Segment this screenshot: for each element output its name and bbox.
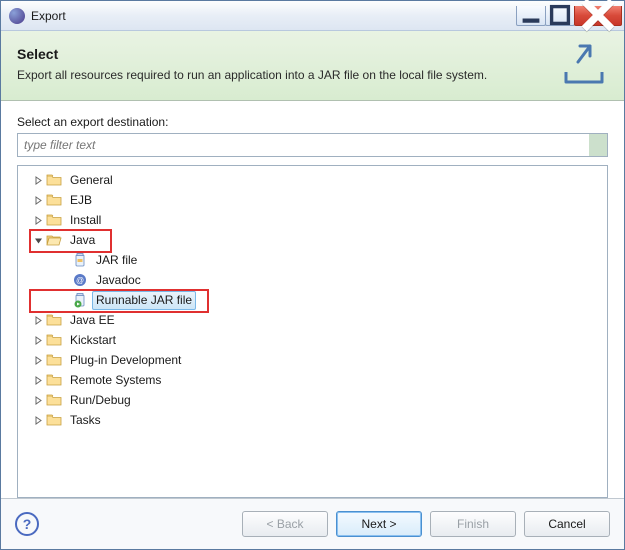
folder-icon (46, 392, 62, 408)
tree-folder[interactable]: General (22, 170, 603, 190)
chevron-right-icon[interactable] (32, 334, 44, 346)
banner-title: Select (17, 46, 550, 62)
close-button[interactable] (574, 6, 622, 26)
export-tree[interactable]: General EJB Install Java JAR file @ Javadoc Run… (17, 165, 608, 498)
tree-item-label: Kickstart (66, 332, 120, 349)
folder-icon (46, 372, 62, 388)
twisty-blank (58, 274, 70, 286)
cancel-button[interactable]: Cancel (524, 511, 610, 537)
chevron-right-icon[interactable] (32, 354, 44, 366)
chevron-right-icon[interactable] (32, 374, 44, 386)
tree-item-label: Java (66, 232, 99, 249)
twisty-blank (58, 254, 70, 266)
filter-wrap (17, 133, 608, 157)
filter-input[interactable] (17, 133, 608, 157)
wizard-banner: Select Export all resources required to … (1, 31, 624, 101)
chevron-right-icon[interactable] (32, 414, 44, 426)
window-controls (517, 6, 622, 26)
chevron-right-icon[interactable] (32, 174, 44, 186)
export-icon (560, 42, 608, 86)
back-button[interactable]: < Back (242, 511, 328, 537)
chevron-right-icon[interactable] (32, 394, 44, 406)
jar-file-icon (72, 252, 88, 268)
tree-item-label: Tasks (66, 412, 105, 429)
window-title: Export (31, 9, 66, 23)
tree-folder[interactable]: Plug-in Development (22, 350, 603, 370)
tree-folder[interactable]: Run/Debug (22, 390, 603, 410)
javadoc-icon: @ (72, 272, 88, 288)
wizard-body: Select an export destination: General EJB… (1, 101, 624, 498)
tree-item-label: Runnable JAR file (92, 291, 196, 310)
title-bar[interactable]: Export (1, 1, 624, 31)
tree-folder[interactable]: Java EE (22, 310, 603, 330)
next-button[interactable]: Next > (336, 511, 422, 537)
minimize-button[interactable] (516, 6, 546, 26)
svg-text:@: @ (76, 276, 84, 285)
folder-icon (46, 412, 62, 428)
tree-item[interactable]: JAR file (22, 250, 603, 270)
tree-folder[interactable]: Remote Systems (22, 370, 603, 390)
tree-item-label: Plug-in Development (66, 352, 185, 369)
tree-item-label: EJB (66, 192, 96, 209)
tree-item-label: Remote Systems (66, 372, 165, 389)
chevron-right-icon[interactable] (32, 314, 44, 326)
folder-open-icon (46, 232, 62, 248)
finish-button[interactable]: Finish (430, 511, 516, 537)
tree-folder[interactable]: Java (22, 230, 603, 250)
tree-folder[interactable]: Tasks (22, 410, 603, 430)
tree-folder[interactable]: EJB (22, 190, 603, 210)
tree-item-label: Install (66, 212, 105, 229)
tree-item-label: Javadoc (92, 272, 145, 289)
help-button[interactable]: ? (15, 512, 39, 536)
export-dialog: Export Select Export all resources requi… (0, 0, 625, 550)
tree-item[interactable]: @ Javadoc (22, 270, 603, 290)
tree-item-label: JAR file (92, 252, 141, 269)
folder-icon (46, 312, 62, 328)
chevron-right-icon[interactable] (32, 194, 44, 206)
chevron-down-icon[interactable] (32, 234, 44, 246)
twisty-blank (58, 294, 70, 306)
tree-folder[interactable]: Kickstart (22, 330, 603, 350)
folder-icon (46, 192, 62, 208)
folder-icon (46, 172, 62, 188)
folder-icon (46, 212, 62, 228)
tree-item[interactable]: Runnable JAR file (22, 290, 603, 310)
maximize-button[interactable] (545, 6, 575, 26)
banner-description: Export all resources required to run an … (17, 68, 550, 82)
folder-icon (46, 352, 62, 368)
eclipse-icon (9, 8, 25, 24)
wizard-footer: ? < Back Next > Finish Cancel (1, 498, 624, 549)
tree-item-label: General (66, 172, 117, 189)
chevron-right-icon[interactable] (32, 214, 44, 226)
folder-icon (46, 332, 62, 348)
destination-label: Select an export destination: (17, 115, 608, 129)
tree-folder[interactable]: Install (22, 210, 603, 230)
tree-item-label: Run/Debug (66, 392, 135, 409)
tree-item-label: Java EE (66, 312, 119, 329)
runnable-jar-icon (72, 292, 88, 308)
